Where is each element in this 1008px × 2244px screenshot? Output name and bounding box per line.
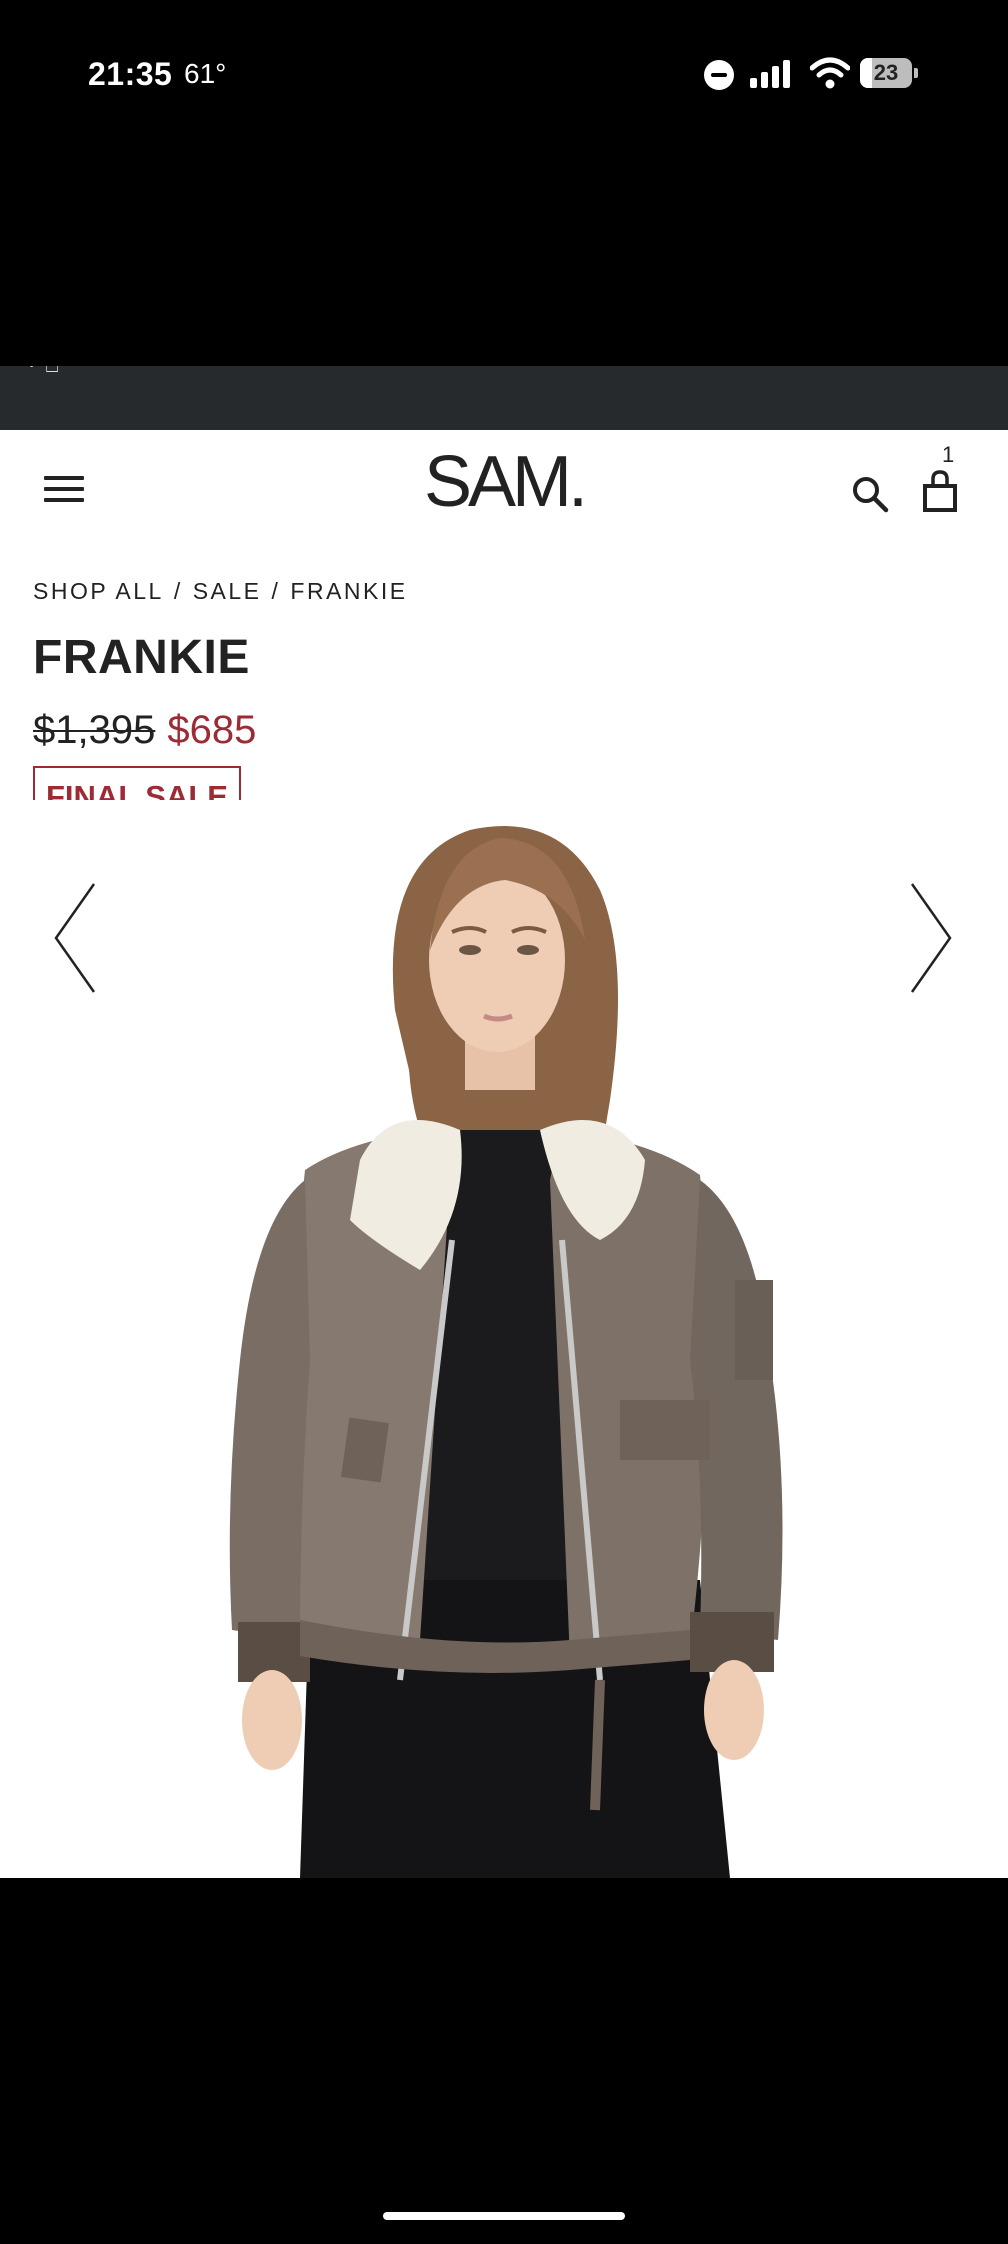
- home-indicator[interactable]: [383, 2212, 625, 2220]
- product-page: SAM. 1 SHOP ALL / SALE / FRANKIE FRANKIE $1,…: [0, 430, 1008, 1878]
- battery-level: 23: [873, 60, 899, 85]
- site-header: SAM. 1: [0, 430, 1008, 550]
- brand-logo[interactable]: SAM.: [404, 440, 604, 518]
- announcement-bar[interactable]: · ⎕: [0, 366, 1008, 430]
- breadcrumb-shop-all[interactable]: SHOP ALL: [33, 578, 164, 604]
- status-time: 21:35: [88, 56, 173, 92]
- product-image[interactable]: [0, 800, 1008, 1878]
- breadcrumb-separator: /: [271, 578, 281, 604]
- wifi-icon: [810, 57, 850, 89]
- chevron-left-icon[interactable]: [50, 880, 100, 996]
- breadcrumb-sale[interactable]: SALE: [193, 578, 262, 604]
- breadcrumb-frankie: FRANKIE: [290, 578, 408, 604]
- announcement-text: · ⎕: [28, 366, 61, 378]
- product-title: FRANKIE: [33, 631, 250, 684]
- status-temperature: 61°: [184, 58, 227, 89]
- status-bar: 21:35 61° 23: [0, 0, 1008, 150]
- model-jacket-illustration: [229, 826, 783, 1878]
- cart-count: 1: [942, 442, 955, 467]
- chevron-right-icon[interactable]: [906, 880, 956, 996]
- page: 21:35 61° 23 · ⎕: [0, 0, 1008, 2244]
- breadcrumb: SHOP ALL / SALE / FRANKIE: [33, 578, 408, 605]
- battery-icon: 23: [860, 58, 920, 90]
- original-price: $1,395: [33, 708, 156, 752]
- search-icon[interactable]: [850, 474, 890, 514]
- sale-price: $685: [167, 708, 257, 752]
- price-row: $1,395 $685: [33, 708, 256, 753]
- cellular-signal-icon: [750, 60, 790, 88]
- menu-icon[interactable]: [44, 474, 84, 506]
- do-not-disturb-icon: [704, 60, 734, 90]
- breadcrumb-separator: /: [173, 578, 183, 604]
- shopping-bag-icon[interactable]: [922, 468, 958, 514]
